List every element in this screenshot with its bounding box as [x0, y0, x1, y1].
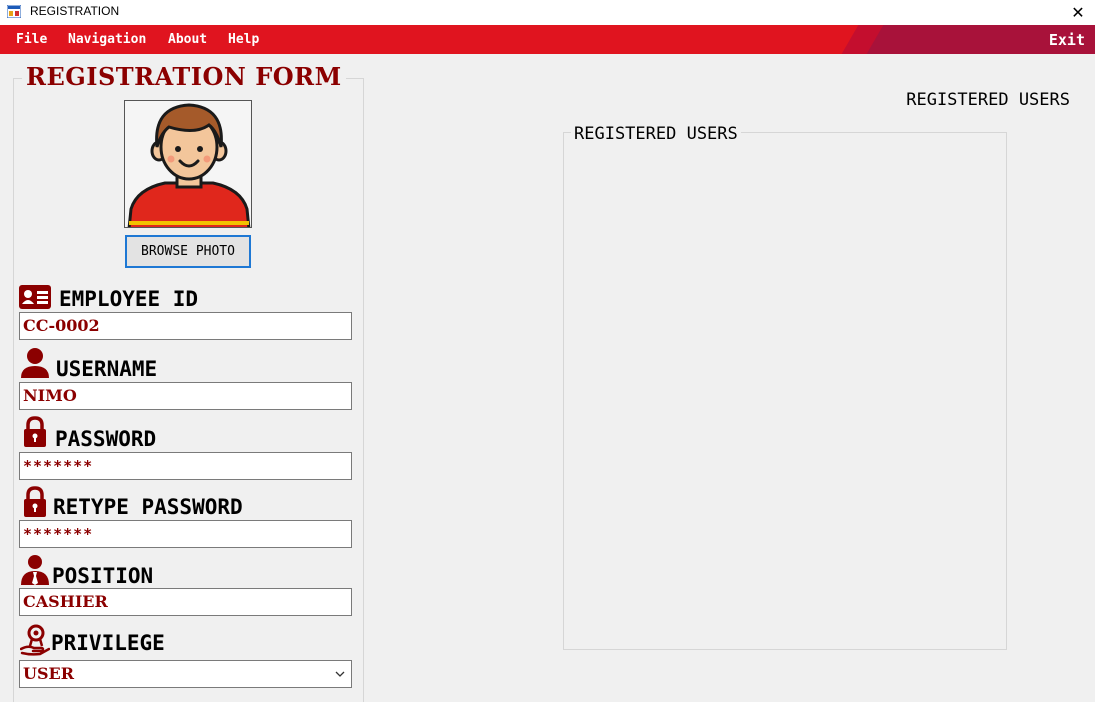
password-label: PASSWORD — [55, 427, 157, 451]
employee-icon — [21, 555, 49, 585]
password-field[interactable]: ******* — [19, 452, 352, 480]
username-label: USERNAME — [56, 357, 158, 381]
menu-bar: File Navigation About Help Exit — [0, 25, 1095, 54]
menu-help[interactable]: Help — [228, 32, 259, 47]
lock-icon — [24, 416, 46, 447]
title-bar: REGISTRATION ✕ — [0, 0, 1095, 25]
form-title: REGISTRATION FORM — [22, 62, 346, 91]
profile-photo — [124, 100, 252, 228]
user-icon — [21, 348, 49, 378]
position-field[interactable]: CASHIER — [19, 588, 352, 616]
privilege-label: PRIVILEGE — [51, 631, 165, 655]
employee-id-field[interactable]: CC-0002 — [19, 312, 352, 340]
badge-hand-icon — [20, 624, 50, 656]
privilege-selected-value: USER — [23, 664, 74, 683]
lock-icon — [24, 486, 46, 517]
privilege-select[interactable]: USER — [19, 660, 352, 688]
close-button[interactable]: ✕ — [1061, 0, 1095, 25]
username-field[interactable]: NIMO — [19, 382, 352, 410]
menu-exit[interactable]: Exit — [1049, 31, 1085, 49]
retype-password-label: RETYPE PASSWORD — [53, 495, 243, 519]
browse-photo-button[interactable]: BROWSE PHOTO — [125, 235, 251, 268]
menu-navigation[interactable]: Navigation — [68, 32, 146, 47]
retype-password-field[interactable]: ******* — [19, 520, 352, 548]
employee-id-label: EMPLOYEE ID — [59, 287, 199, 311]
window-title: REGISTRATION — [30, 4, 120, 18]
menu-about[interactable]: About — [168, 32, 207, 47]
avatar-image — [125, 101, 251, 227]
registered-users-list — [563, 132, 1007, 650]
position-label: POSITION — [52, 564, 154, 588]
registered-users-group-label: REGISTERED USERS — [571, 124, 741, 144]
registered-users-heading: REGISTERED USERS — [906, 90, 1070, 110]
app-icon — [7, 5, 21, 18]
chevron-down-icon[interactable] — [334, 668, 346, 680]
id-card-icon — [19, 285, 51, 309]
menu-file[interactable]: File — [16, 32, 47, 47]
